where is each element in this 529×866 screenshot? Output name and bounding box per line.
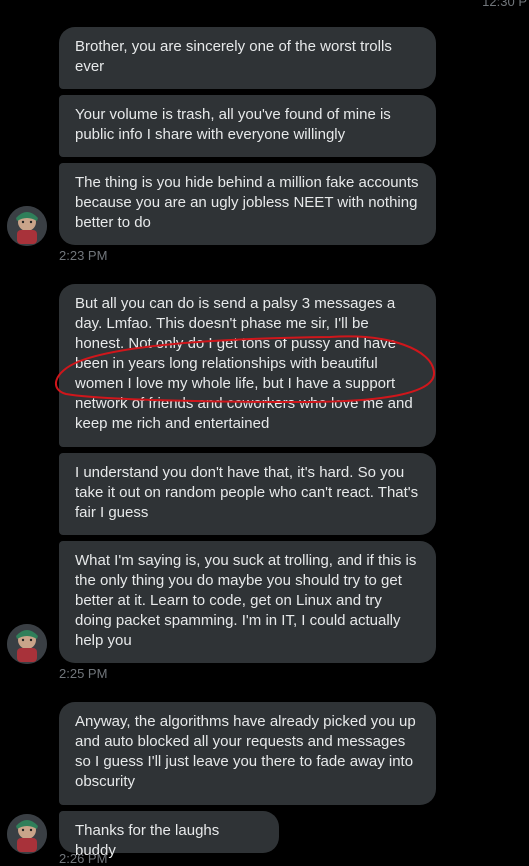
message-text: What I'm saying is, you suck at trolling… bbox=[75, 552, 417, 649]
message-text: I understand you don't have that, it's h… bbox=[75, 464, 419, 521]
message-bubble[interactable]: Anyway, the algorithms have already pick… bbox=[59, 702, 436, 805]
message-bubble[interactable]: Thanks for the laughs buddy bbox=[59, 811, 279, 859]
message-timestamp: 2:23 PM bbox=[59, 248, 108, 263]
message-bubble[interactable]: Brother, you are sincerely one of the wo… bbox=[59, 27, 436, 89]
message-bubble[interactable]: The thing is you hide behind a million f… bbox=[59, 163, 436, 245]
avatar-image-icon bbox=[7, 206, 47, 246]
avatar-image-icon bbox=[7, 814, 47, 854]
avatar-image-icon bbox=[7, 624, 47, 664]
avatar[interactable] bbox=[7, 206, 47, 246]
message-text: Brother, you are sincerely one of the wo… bbox=[75, 38, 392, 75]
message-text: But all you can do is send a palsy 3 mes… bbox=[75, 295, 413, 432]
avatar[interactable] bbox=[7, 814, 47, 854]
message-timestamp: 2:25 PM bbox=[59, 666, 108, 681]
avatar[interactable] bbox=[7, 624, 47, 664]
message-bubble[interactable]: What I'm saying is, you suck at trolling… bbox=[59, 541, 436, 663]
message-text: Your volume is trash, all you've found o… bbox=[75, 106, 391, 143]
message-bubble[interactable]: I understand you don't have that, it's h… bbox=[59, 453, 436, 535]
partial-timestamp: 12:30 P bbox=[482, 0, 527, 9]
message-text: The thing is you hide behind a million f… bbox=[75, 174, 419, 231]
message-bubble[interactable]: But all you can do is send a palsy 3 mes… bbox=[59, 284, 436, 447]
message-text: Anyway, the algorithms have already pick… bbox=[75, 713, 416, 790]
message-timestamp: 2:26 PM bbox=[59, 851, 108, 866]
message-bubble[interactable]: Your volume is trash, all you've found o… bbox=[59, 95, 436, 157]
